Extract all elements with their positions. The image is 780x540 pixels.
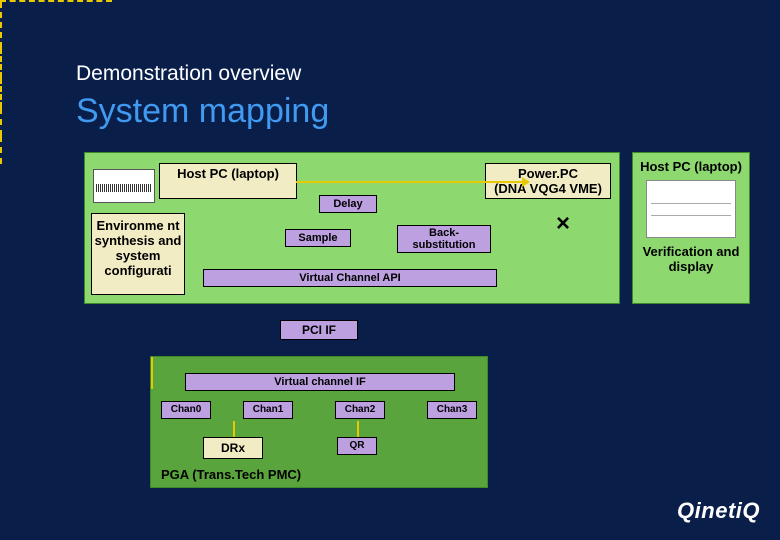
arrowhead-icon: [522, 177, 530, 187]
wire-ch0: [151, 357, 153, 365]
wire-pci-v: [0, 108, 2, 136]
pci-if-box: PCI IF: [280, 320, 358, 340]
chan1-box: Chan1: [243, 401, 293, 419]
wire-ch2: [151, 373, 153, 381]
wire-pci-v2: [0, 136, 2, 164]
heading-title: System mapping: [76, 92, 329, 131]
pga-label: PGA (Trans.Tech PMC): [161, 467, 301, 482]
wire-dash-v: [0, 2, 2, 48]
wire-dash-v3: [0, 78, 2, 108]
top-green-panel: Host PC (laptop) Power.PC (DNA VQG4 VME)…: [84, 152, 620, 304]
wire-top: [296, 181, 522, 183]
host-pc-box: Host PC (laptop): [159, 163, 297, 199]
virtual-channel-api-box: Virtual Channel API: [203, 269, 497, 287]
wire-dash: [0, 0, 112, 2]
qr-box: QR: [337, 437, 377, 455]
right-host-pc-label: Host PC (laptop): [633, 159, 749, 174]
wire-ch3: [151, 381, 153, 389]
chan3-box: Chan3: [427, 401, 477, 419]
wire-qr: [357, 421, 359, 437]
bottom-green-panel: Virtual channel IF Chan0 Chan1 Chan2 Cha…: [150, 356, 488, 488]
wire-ch1: [151, 365, 153, 373]
signal-thumbnail: [93, 169, 155, 203]
delay-box: Delay: [319, 195, 377, 213]
environment-synthesis-box: Environme nt synthesis and system config…: [91, 213, 185, 295]
backsub-box: Back- substitution: [397, 225, 491, 253]
brand-logo: QinetiQ: [677, 498, 760, 524]
sample-box: Sample: [285, 229, 351, 247]
verification-label: Verification and display: [633, 244, 749, 274]
power-pc-line2: (DNA VQG4 VME): [494, 181, 602, 196]
virtual-channel-if-box: Virtual channel IF: [185, 373, 455, 391]
drx-box: DRx: [203, 437, 263, 459]
wire-drx: [233, 421, 235, 437]
chart-thumbnail: [646, 180, 736, 238]
right-green-panel: Host PC (laptop) Verification and displa…: [632, 152, 750, 304]
chan0-box: Chan0: [161, 401, 211, 419]
chan2-box: Chan2: [335, 401, 385, 419]
x-mark-icon: ×: [553, 215, 573, 235]
heading-overview: Demonstration overview: [76, 62, 301, 86]
wire-dash-v2: [0, 48, 2, 78]
